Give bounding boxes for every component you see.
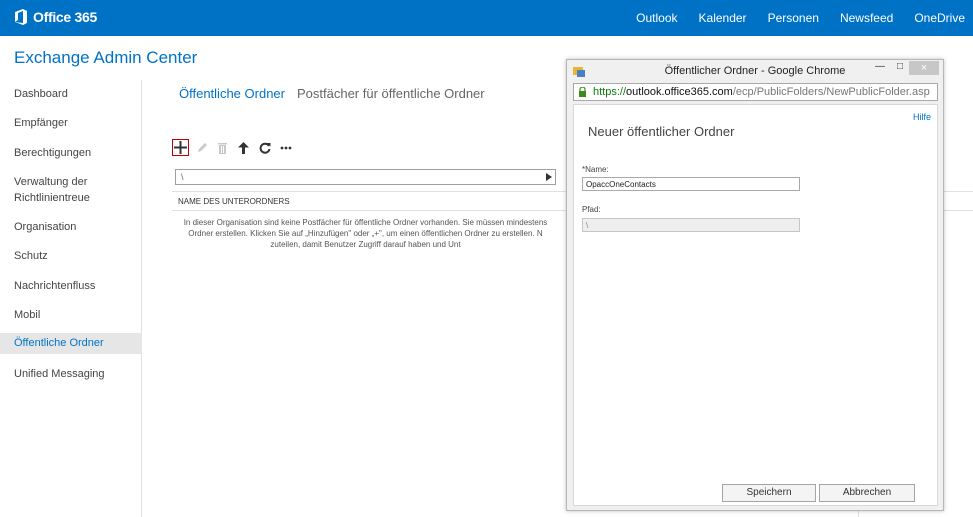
empty-message-line: zuteilen, damit Benutzer Zugriff darauf …	[270, 240, 461, 249]
top-nav: Outlook Kalender Personen Newsfeed OneDr…	[636, 0, 965, 36]
sidebar-item-organisation[interactable]: Organisation	[0, 219, 142, 235]
brand-label: Office 365	[33, 9, 97, 25]
up-button[interactable]	[235, 139, 252, 156]
folder-path-bar[interactable]: \	[175, 169, 556, 185]
add-button[interactable]	[172, 139, 189, 156]
navigate-arrow-icon[interactable]	[546, 173, 552, 181]
add-icon	[174, 141, 187, 154]
tab-public-folders[interactable]: Öffentliche Ordner	[179, 86, 285, 101]
empty-message-line: Ordner erstellen. Klicken Sie auf „Hinzu…	[188, 229, 543, 238]
app-title: Exchange Admin Center	[14, 48, 198, 67]
name-label: *Name:	[582, 165, 609, 174]
edit-button[interactable]	[193, 139, 210, 156]
nav-personen[interactable]: Personen	[768, 11, 819, 25]
cancel-button[interactable]: Abbrechen	[819, 484, 915, 502]
sidebar-item-public-folders[interactable]: Öffentliche Ordner	[0, 333, 142, 354]
nav-onedrive[interactable]: OneDrive	[914, 11, 965, 25]
empty-message-line: In dieser Organisation sind keine Postfä…	[183, 218, 548, 227]
sidebar: Dashboard Empfänger Berechtigungen Verwa…	[0, 80, 142, 517]
edit-icon	[197, 142, 207, 152]
path-label: Pfad:	[582, 205, 601, 214]
top-bar: Office 365 Outlook Kalender Personen New…	[0, 0, 973, 36]
sidebar-item-mobil[interactable]: Mobil	[0, 307, 142, 323]
office365-logo[interactable]: Office 365	[14, 9, 97, 25]
folder-path-value: \	[181, 172, 184, 182]
delete-button[interactable]	[214, 139, 231, 156]
sidebar-item-richtlinientreue[interactable]: Verwaltung der Richtlinientreue	[0, 174, 122, 206]
help-link[interactable]: Hilfe	[913, 112, 931, 122]
more-button[interactable]	[277, 139, 294, 156]
nav-kalender[interactable]: Kalender	[699, 11, 747, 25]
chrome-popup-window: Öffentlicher Ordner - Google Chrome — □ …	[566, 59, 944, 511]
sidebar-item-nachrichtenfluss[interactable]: Nachrichtenfluss	[0, 278, 142, 294]
url-host: outlook.office365.com	[626, 86, 733, 98]
more-icon	[280, 146, 291, 149]
maximize-icon[interactable]: □	[897, 61, 903, 72]
path-field	[582, 218, 800, 232]
office-logo-icon	[15, 9, 27, 25]
sidebar-item-empfaenger[interactable]: Empfänger	[0, 115, 142, 131]
nav-newsfeed[interactable]: Newsfeed	[840, 11, 893, 25]
dialog-body: Hilfe Neuer öffentlicher Ordner *Name: P…	[573, 104, 938, 506]
up-arrow-icon	[238, 141, 249, 154]
tab-bar: Öffentliche Ordner Postfächer für öffent…	[179, 86, 485, 101]
sidebar-item-unified-messaging[interactable]: Unified Messaging	[0, 366, 142, 382]
dialog-title: Neuer öffentlicher Ordner	[588, 124, 735, 139]
window-title: Öffentlicher Ordner - Google Chrome	[664, 65, 846, 77]
sidebar-item-schutz[interactable]: Schutz	[0, 248, 142, 264]
nav-outlook[interactable]: Outlook	[636, 11, 677, 25]
sidebar-item-berechtigungen[interactable]: Berechtigungen	[0, 145, 142, 161]
close-window-button[interactable]: ×	[909, 61, 939, 75]
url-path: /ecp/PublicFolders/NewPublicFolder.asp	[732, 86, 930, 98]
name-field[interactable]	[582, 177, 800, 191]
url-scheme: https://	[593, 86, 627, 98]
refresh-button[interactable]	[256, 139, 273, 156]
address-bar[interactable]: https://outlook.office365.com/ecp/Public…	[573, 83, 938, 101]
tab-public-folder-mailboxes[interactable]: Postfächer für öffentliche Ordner	[297, 86, 485, 101]
toolbar	[172, 139, 294, 156]
refresh-icon	[259, 142, 270, 154]
delete-icon	[218, 142, 227, 154]
empty-list-message: In dieser Organisation sind keine Postfä…	[172, 217, 559, 257]
save-button[interactable]: Speichern	[722, 484, 816, 502]
minimize-icon[interactable]: —	[875, 61, 885, 72]
lock-icon	[579, 87, 586, 97]
sidebar-item-dashboard[interactable]: Dashboard	[0, 86, 142, 102]
